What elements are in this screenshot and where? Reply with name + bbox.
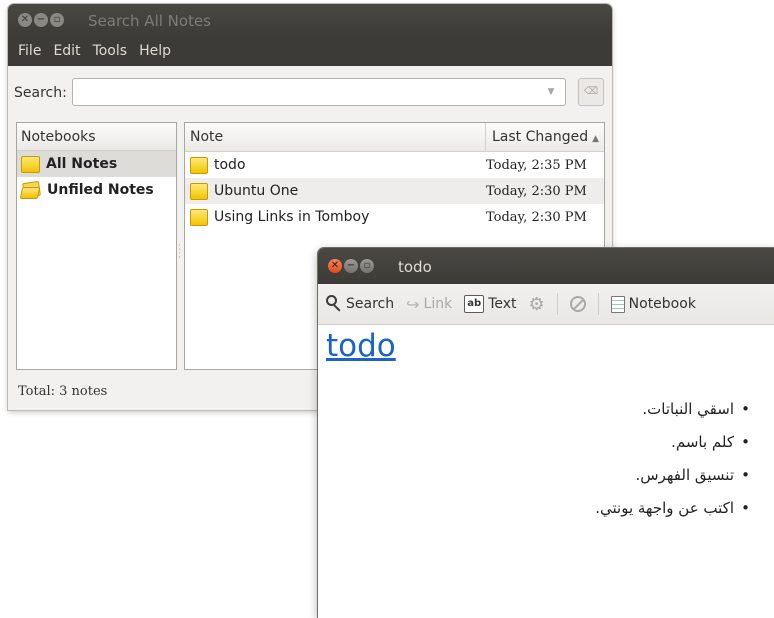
maximize-icon[interactable]: ▫ xyxy=(50,13,64,27)
note-title-cell: Ubuntu One xyxy=(185,182,480,200)
search-label: Search: xyxy=(14,85,67,101)
close-icon[interactable]: ✕ xyxy=(18,13,32,27)
gear-icon: ⚙ xyxy=(528,293,545,315)
search-icon xyxy=(326,295,342,313)
window-title: Search All Notes xyxy=(88,12,211,30)
note-title-heading[interactable]: todo xyxy=(326,328,396,364)
sort-ascending-icon: ▲ xyxy=(592,134,600,144)
text-format-icon: ab xyxy=(464,295,485,313)
note-icon xyxy=(190,182,208,200)
chevron-down-icon[interactable]: ▼ xyxy=(539,80,563,104)
note-toolbar: Search ↪ Link ab Text ⚙ Notebook xyxy=(318,284,774,325)
title-bar: ✕ − ▫ todo xyxy=(318,248,774,284)
note-title: todo xyxy=(214,157,246,173)
link-icon: ↪ xyxy=(406,294,420,314)
status-bar: Total: 3 notes xyxy=(18,384,108,399)
menu-edit[interactable]: Edit xyxy=(47,43,86,59)
list-item: كلم باسم. xyxy=(318,433,750,466)
minimize-icon[interactable]: − xyxy=(344,259,358,273)
list-item: اكتب عن واجهة يونتي. xyxy=(318,499,750,532)
window-title: todo xyxy=(398,258,432,276)
note-body[interactable]: اسقي النباتات. كلم باسم. تنسيق الفهرس. ا… xyxy=(318,400,756,532)
search-input[interactable] xyxy=(72,78,566,106)
notebook-button-label: Notebook xyxy=(628,296,696,312)
note-title-cell: todo xyxy=(185,156,480,174)
last-changed-cell: Today, 2:35 PM xyxy=(486,157,587,173)
notebooks-panel: Notebooks All Notes Unfiled Notes xyxy=(16,122,177,370)
toolbar-separator xyxy=(597,293,599,315)
notebook-label: All Notes xyxy=(46,156,118,172)
search-button-label: Search xyxy=(346,296,395,312)
note-title: Ubuntu One xyxy=(214,183,299,199)
notebook-item-all-notes[interactable]: All Notes xyxy=(17,151,176,177)
link-button-label: Link xyxy=(423,296,453,312)
text-button-label: Text xyxy=(488,296,517,312)
notes-list-header: Note Last Changed ▲ xyxy=(185,123,604,152)
notebook-button[interactable]: Notebook xyxy=(610,295,696,313)
minimize-icon[interactable]: − xyxy=(34,13,48,27)
table-row[interactable]: Ubuntu One Today, 2:30 PM xyxy=(185,178,604,204)
todo-list: اسقي النباتات. كلم باسم. تنسيق الفهرس. ا… xyxy=(318,400,756,532)
table-row[interactable]: Using Links in Tomboy Today, 2:30 PM xyxy=(185,204,604,230)
column-header-note[interactable]: Note xyxy=(185,123,486,151)
text-button[interactable]: ab Text xyxy=(464,295,517,313)
window-controls: ✕ − ▫ xyxy=(328,259,374,273)
notebook-label: Unfiled Notes xyxy=(47,182,154,198)
toolbar-separator xyxy=(556,293,558,315)
window-controls: ✕ − ▫ xyxy=(18,13,64,27)
menu-help[interactable]: Help xyxy=(133,43,177,59)
note-window-todo: ✕ − ▫ todo Search ↪ Link ab Text ⚙ Noteb… xyxy=(318,248,774,618)
delete-button[interactable] xyxy=(569,296,586,312)
search-button[interactable]: Search xyxy=(326,295,394,313)
clear-search-button[interactable]: ⌫ xyxy=(578,78,604,106)
notebook-item-unfiled-notes[interactable]: Unfiled Notes xyxy=(17,177,176,203)
list-item: اسقي النباتات. xyxy=(318,400,750,433)
notebook-icon xyxy=(610,295,625,313)
note-icon xyxy=(190,156,208,174)
tools-button[interactable]: ⚙ xyxy=(529,294,545,315)
delete-icon xyxy=(569,296,586,312)
table-row[interactable]: todo Today, 2:35 PM xyxy=(185,152,604,178)
link-button[interactable]: ↪ Link xyxy=(406,295,452,314)
last-changed-cell: Today, 2:30 PM xyxy=(486,183,587,199)
notebooks-header[interactable]: Notebooks xyxy=(17,123,176,151)
menu-file[interactable]: File xyxy=(12,43,47,59)
pane-resize-handle[interactable]: · · · · xyxy=(178,242,182,263)
last-changed-cell: Today, 2:30 PM xyxy=(486,209,587,225)
maximize-icon[interactable]: ▫ xyxy=(360,259,374,273)
note-title: Using Links in Tomboy xyxy=(214,209,370,225)
open-folder-icon xyxy=(19,180,41,199)
note-title-cell: Using Links in Tomboy xyxy=(185,208,480,226)
list-item: تنسيق الفهرس. xyxy=(318,466,750,499)
column-label: Last Changed xyxy=(492,129,589,145)
search-row: Search: ▼ ⌫ xyxy=(8,74,612,114)
note-folder-icon xyxy=(21,155,40,173)
title-bar: ✕ − ▫ Search All Notes xyxy=(8,4,612,36)
menu-bar: File Edit Tools Help xyxy=(8,36,612,66)
close-icon[interactable]: ✕ xyxy=(328,259,342,273)
column-header-last-changed[interactable]: Last Changed ▲ xyxy=(486,123,604,151)
note-icon xyxy=(190,208,208,226)
menu-tools[interactable]: Tools xyxy=(87,43,134,59)
